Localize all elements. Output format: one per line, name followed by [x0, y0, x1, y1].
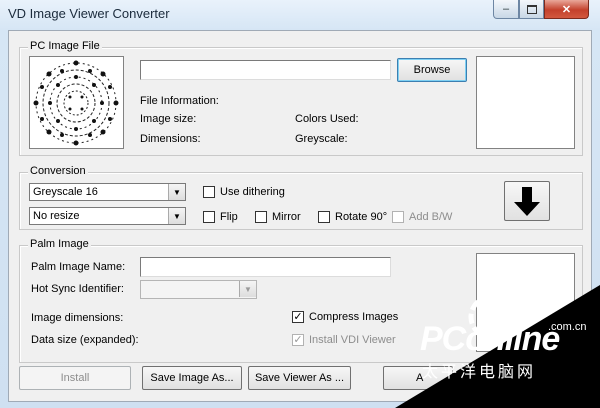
- chevron-down-icon: ▼: [168, 184, 185, 200]
- hotsync-identifier-select[interactable]: ▼: [140, 280, 257, 299]
- compress-images-checkbox[interactable]: ✓: [292, 311, 304, 323]
- install-vdi-viewer-label: Install VDI Viewer: [309, 334, 396, 346]
- flip-checkbox[interactable]: [203, 211, 215, 223]
- greyscale-label: Greyscale:: [295, 133, 348, 145]
- use-dithering-label: Use dithering: [220, 186, 285, 198]
- title-bar[interactable]: VD Image Viewer Converter – ✕: [0, 0, 600, 28]
- use-dithering-checkbox[interactable]: [203, 186, 215, 198]
- resize-value: No resize: [33, 210, 80, 222]
- image-preview-thumbnail: [33, 60, 119, 146]
- palm-image-name-label: Palm Image Name:: [31, 261, 126, 273]
- pconline-brand: PConline: [420, 320, 560, 358]
- maximize-button[interactable]: [519, 0, 544, 19]
- pc-image-path-input[interactable]: [140, 60, 391, 80]
- close-button[interactable]: ✕: [544, 0, 589, 19]
- color-mode-value: Greyscale 16: [33, 186, 98, 198]
- image-size-label: Image size:: [140, 113, 197, 125]
- rotate-90-checkbox[interactable]: [318, 211, 330, 223]
- window-title: VD Image Viewer Converter: [8, 6, 170, 21]
- pc-image-file-group: PC Image File Browse File Information: I…: [19, 40, 583, 156]
- install-button[interactable]: Install: [19, 366, 131, 390]
- mirror-checkbox[interactable]: [255, 211, 267, 223]
- pc-image-file-group-label: PC Image File: [28, 40, 102, 52]
- rotate-90-label: Rotate 90°: [335, 211, 388, 223]
- conversion-group-label: Conversion: [28, 165, 88, 177]
- color-mode-select[interactable]: Greyscale 16 ▼: [29, 183, 186, 201]
- close-icon: ✕: [561, 3, 572, 16]
- browse-button[interactable]: Browse: [397, 58, 467, 82]
- palm-preview-panel: [476, 56, 575, 149]
- dimensions-label: Dimensions:: [140, 133, 201, 145]
- app-window: VD Image Viewer Converter – ✕ PC Image F…: [0, 0, 600, 408]
- conversion-group: Conversion Greyscale 16 ▼ No resize ▼ Us…: [19, 165, 583, 230]
- flip-label: Flip: [220, 211, 238, 223]
- save-viewer-as-button[interactable]: Save Viewer As ...: [248, 366, 351, 390]
- convert-button[interactable]: [504, 181, 550, 221]
- pc-image-preview: [29, 56, 124, 149]
- pconline-domain: .com.cn: [548, 321, 587, 333]
- pconline-cn-name: 太平洋电脑网: [422, 364, 537, 381]
- mirror-label: Mirror: [272, 211, 301, 223]
- minimize-button[interactable]: –: [493, 0, 519, 19]
- resize-select[interactable]: No resize ▼: [29, 207, 186, 225]
- data-size-label: Data size (expanded):: [31, 334, 139, 346]
- arrow-down-icon: [514, 187, 540, 216]
- hotsync-identifier-label: Hot Sync Identifier:: [31, 283, 124, 295]
- pconline-watermark: PConline .com.cn 太平洋电脑网: [420, 320, 598, 382]
- add-bw-label: Add B/W: [409, 211, 453, 223]
- chevron-down-icon: ▼: [168, 208, 185, 224]
- minimize-icon: –: [502, 3, 510, 15]
- chevron-down-icon: ▼: [239, 281, 256, 297]
- compress-images-label: Compress Images: [309, 311, 399, 323]
- install-vdi-viewer-checkbox[interactable]: ✓: [292, 334, 304, 346]
- maximize-icon: [526, 4, 537, 14]
- palm-image-group-label: Palm Image: [28, 238, 91, 250]
- add-bw-checkbox[interactable]: [392, 211, 404, 223]
- palm-image-name-input[interactable]: [140, 257, 391, 277]
- image-dimensions-label: Image dimensions:: [31, 312, 124, 324]
- colors-used-label: Colors Used:: [295, 113, 359, 125]
- file-information-label: File Information:: [140, 95, 219, 107]
- save-image-as-button[interactable]: Save Image As...: [142, 366, 242, 390]
